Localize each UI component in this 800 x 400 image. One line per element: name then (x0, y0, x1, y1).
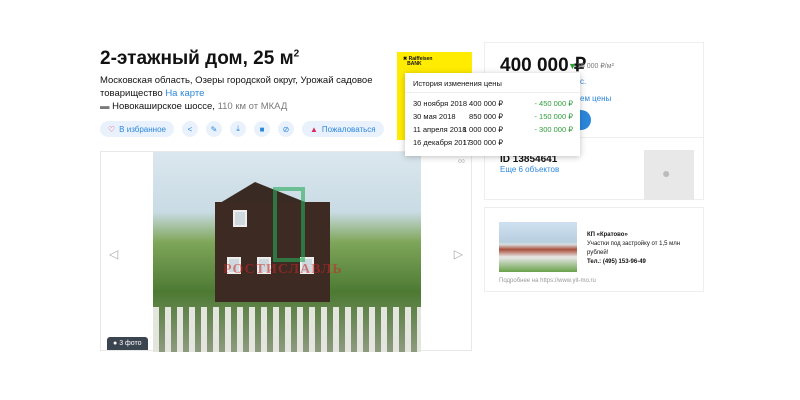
map-link[interactable]: На карте (165, 88, 204, 99)
price-per-meter: 16 000 ₽/м² (577, 63, 614, 70)
hide-icon: ⊘ (282, 124, 290, 134)
print-button[interactable]: ■ (254, 121, 270, 137)
price-watch-link[interactable]: ем цены (580, 94, 611, 103)
date: 30 ноября 2018 (413, 99, 468, 108)
price: 1 000 000 ₽ (462, 125, 503, 134)
prev-photo-button[interactable]: ◁ (109, 247, 118, 261)
price: 1 300 000 ₽ (462, 138, 503, 147)
mortgage-link[interactable]: с. (580, 77, 586, 86)
share-button[interactable]: < (182, 121, 198, 137)
link-icon[interactable]: ∞ (458, 156, 465, 167)
pencil-icon: ✎ (210, 124, 218, 134)
photo-gallery: РОСТИСЛАВЛЬ ◁ ▷ ∞ ● 3 фото (100, 151, 472, 352)
distance: 110 км от МКАД (217, 101, 288, 112)
promo-more-link[interactable]: Подробнее на https://www.yit-mo.ru (499, 278, 596, 284)
watermark: РОСТИСЛАВЛЬ (223, 262, 343, 277)
promo-phone: Тел.: (495) 153-96-49 (587, 259, 646, 265)
history-row: 16 декабря 2017 1 300 000 ₽ (413, 138, 573, 150)
price-down-icon[interactable]: ▼ (568, 61, 577, 71)
promo-image[interactable] (499, 222, 577, 272)
promo-name: КП «Кратово» (587, 232, 628, 238)
address-text: Московская область, Озеры городской окру… (100, 75, 373, 99)
warning-icon: ▲ (310, 124, 318, 134)
promo-card[interactable]: КП «Кратово» Участки под застройку от 1,… (484, 207, 704, 292)
agent-avatar: ● (644, 150, 694, 200)
history-row: 11 апреля 2018 1 000 000 ₽ - 300 000 ₽ (413, 125, 573, 137)
report-label: Пожаловаться (321, 124, 376, 134)
download-icon: ⤓ (236, 124, 240, 133)
report-button[interactable]: ▲ Пожаловаться (302, 121, 384, 137)
price-history-tooltip: История изменения цены 30 ноября 2018 400… (405, 73, 580, 156)
camera-icon: ● (113, 340, 118, 347)
action-bar: ♡ В избранное < ✎ ⤓ ■ ⊘ ▲ Пожаловаться (100, 121, 384, 137)
favorite-button[interactable]: ♡ В избранное (100, 121, 174, 137)
change: - 300 000 ₽ (534, 125, 573, 134)
bank-logo: ✖ Raiffeisen BANK (403, 56, 433, 67)
change: - 450 000 ₽ (534, 99, 573, 108)
road-name: Новокаширское шоссе, (112, 101, 215, 112)
price: 850 000 ₽ (469, 112, 503, 121)
change: - 150 000 ₽ (534, 112, 573, 121)
tooltip-title: История изменения цены (405, 73, 580, 93)
edit-button[interactable]: ✎ (206, 121, 222, 137)
road-icon: ▬ (100, 101, 110, 112)
history-row: 30 ноября 2018 400 000 ₽ - 450 000 ₽ (413, 99, 573, 111)
hide-button[interactable]: ⊘ (278, 121, 294, 137)
promo-description: Участки под застройку от 1,5 млн рублей! (587, 241, 681, 256)
title-sup: 2 (293, 48, 300, 60)
heart-icon: ♡ (108, 124, 116, 134)
title-text: 2-этажный дом, 25 м (100, 48, 294, 69)
photo-count[interactable]: ● 3 фото (107, 337, 148, 350)
download-button[interactable]: ⤓ (230, 121, 246, 137)
fence (153, 307, 421, 352)
page-title: 2-этажный дом, 25 м2 (100, 48, 299, 70)
more-objects-link[interactable]: Еще 6 объектов (500, 165, 559, 174)
photo-count-label: 3 фото (119, 340, 142, 347)
print-icon: ■ (259, 124, 265, 134)
user-icon: ● (662, 165, 671, 181)
date: 11 апреля 2018 (413, 125, 467, 134)
date: 30 мая 2018 (413, 112, 456, 121)
watermark-logo (273, 187, 305, 262)
road-info: ▬ Новокаширское шоссе, 110 км от МКАД (100, 101, 287, 112)
favorite-label: В избранное (119, 124, 166, 134)
window (233, 210, 247, 227)
share-icon: < (187, 124, 193, 134)
price: 400 000 ₽ (469, 99, 503, 108)
promo-text: КП «Кратово» Участки под застройку от 1,… (587, 231, 697, 267)
history-row: 30 мая 2018 850 000 ₽ - 150 000 ₽ (413, 112, 573, 124)
next-photo-button[interactable]: ▷ (454, 247, 463, 261)
listing-photo[interactable]: РОСТИСЛАВЛЬ (153, 152, 421, 352)
address: Московская область, Озеры городской окру… (100, 74, 390, 100)
